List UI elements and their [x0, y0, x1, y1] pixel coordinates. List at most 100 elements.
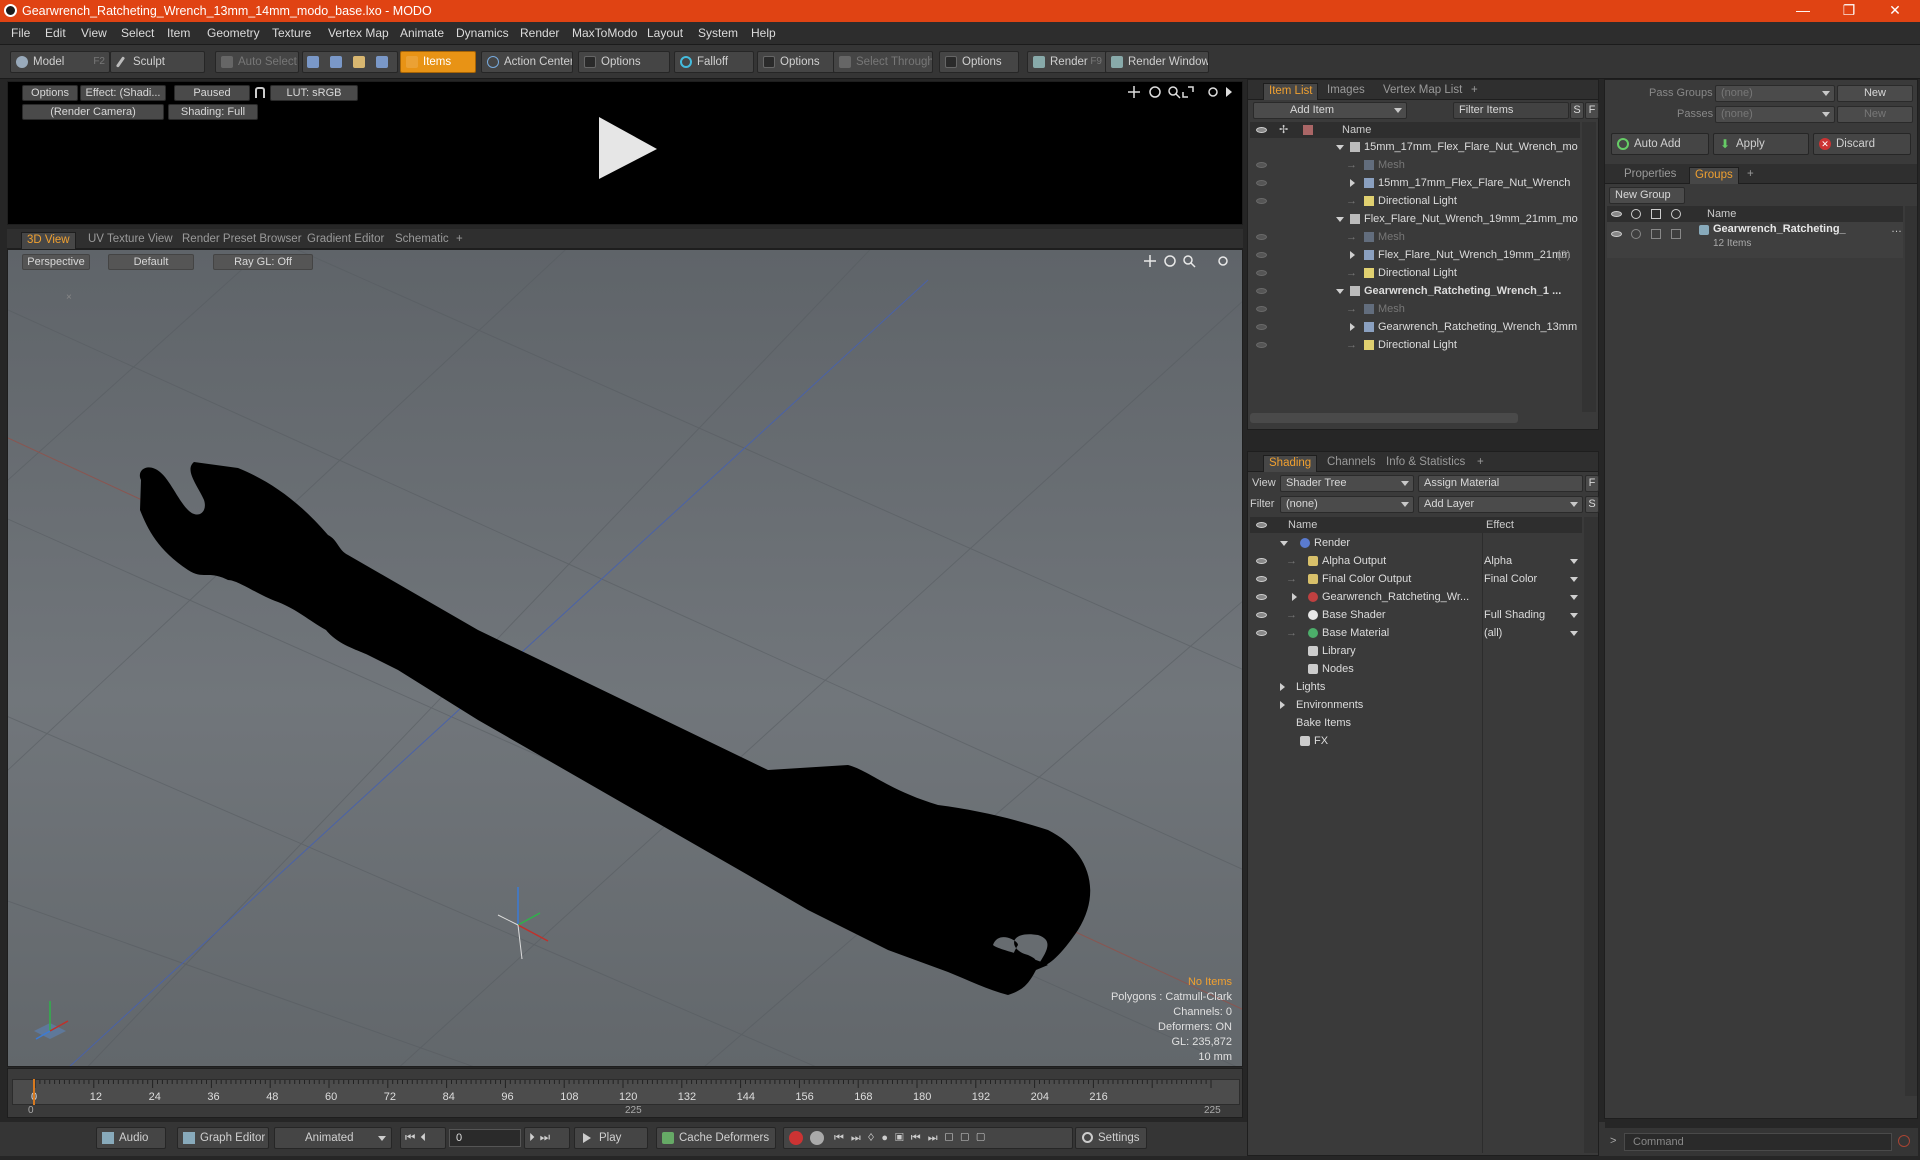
menu-dynamics[interactable]: Dynamics: [456, 26, 509, 40]
filter-dropdown[interactable]: (none): [1280, 496, 1414, 513]
shader-tree-row[interactable]: Nodes: [1250, 660, 1582, 678]
item-list-row[interactable]: 15mm_17mm_Flex_Flare_Nut_Wrench_mo ...: [1250, 138, 1580, 156]
lock-toggle-icon[interactable]: [1651, 229, 1661, 239]
f-toggle[interactable]: F: [1585, 102, 1599, 119]
s-toggle[interactable]: S: [1570, 102, 1584, 119]
item-list-row[interactable]: → Directional Light: [1250, 336, 1580, 354]
graph-editor-button[interactable]: Graph Editor: [177, 1127, 269, 1149]
expand-arrow-icon[interactable]: [1350, 251, 1355, 259]
tab-groups[interactable]: Groups: [1689, 167, 1739, 184]
new-pass-button[interactable]: New: [1837, 106, 1913, 123]
preview-paused-toggle[interactable]: Paused: [174, 85, 250, 101]
select-through-button[interactable]: Select Through: [833, 51, 933, 73]
menu-system[interactable]: System: [698, 26, 738, 40]
expand-arrow-icon[interactable]: [1280, 701, 1285, 709]
audio-button[interactable]: Audio: [96, 1127, 166, 1149]
menu-render[interactable]: Render: [520, 26, 559, 40]
action-center-options-button[interactable]: Options: [578, 51, 670, 73]
polygons-mode-icon[interactable]: [353, 56, 365, 68]
menu-help[interactable]: Help: [751, 26, 776, 40]
materials-mode-icon[interactable]: [376, 56, 388, 68]
pass-groups-dropdown[interactable]: (none): [1715, 85, 1835, 102]
item-list-row[interactable]: Flex_Flare_Nut_Wrench_19mm_21mm (2): [1250, 246, 1580, 264]
timeline[interactable]: 0 12 24 36 48 60 72 84 96 108 120 132 144 156 168 180 19…: [7, 1068, 1243, 1118]
shader-tree-row[interactable]: Environments: [1250, 696, 1582, 714]
tab-vertex-map-list[interactable]: Vertex Map List: [1378, 83, 1467, 100]
visibility-eye-icon[interactable]: [1256, 180, 1267, 186]
tab-render-preset-browser[interactable]: Render Preset Browser: [177, 232, 307, 249]
animated-dropdown[interactable]: Animated: [274, 1127, 392, 1149]
jump-next-buttons[interactable]: ⏵⏭: [524, 1127, 570, 1149]
menu-texture[interactable]: Texture: [272, 26, 311, 40]
assign-material-button[interactable]: Assign Material: [1418, 475, 1583, 492]
item-list-row[interactable]: → Mesh: [1250, 300, 1580, 318]
shader-tree-row[interactable]: Gearwrench_Ratcheting_Wr...: [1250, 588, 1582, 606]
item-list-scrollbar[interactable]: [1582, 122, 1596, 412]
menu-animate[interactable]: Animate: [400, 26, 444, 40]
menu-vertex-map[interactable]: Vertex Map: [328, 26, 389, 40]
apply-button[interactable]: ⬇ Apply: [1713, 133, 1809, 155]
vertices-mode-icon[interactable]: [307, 56, 319, 68]
visibility-eye-icon[interactable]: [1256, 270, 1267, 276]
close-icon[interactable]: ✕: [1872, 0, 1918, 22]
command-input[interactable]: Command: [1624, 1133, 1892, 1151]
items-mode-button[interactable]: Items: [400, 51, 476, 73]
restore-icon[interactable]: ❐: [1826, 0, 1872, 22]
collapse-arrow-icon[interactable]: [1336, 217, 1344, 222]
render-camera-dropdown[interactable]: (Render Camera): [22, 104, 164, 120]
effect-dropdown-arrow-icon[interactable]: [1570, 559, 1578, 564]
falloff-button[interactable]: Falloff: [674, 51, 754, 73]
s-toggle[interactable]: S: [1585, 496, 1599, 513]
render-window-button[interactable]: Render Window: [1105, 51, 1209, 73]
visibility-eye-icon[interactable]: [1256, 576, 1267, 582]
cache-deformers-button[interactable]: Cache Deformers: [656, 1127, 776, 1149]
effect-dropdown-arrow-icon[interactable]: [1570, 631, 1578, 636]
effect-dropdown-arrow-icon[interactable]: [1570, 595, 1578, 600]
shader-tree-row[interactable]: → Base Material (all): [1250, 624, 1582, 642]
visibility-eye-icon[interactable]: [1256, 324, 1267, 330]
item-list-hscroll[interactable]: [1250, 413, 1518, 423]
group-row[interactable]: Gearwrench_Ratcheting_ … 12 Items: [1607, 222, 1903, 258]
raygl-toggle[interactable]: Ray GL: Off: [213, 254, 313, 270]
shader-tree-row[interactable]: → Alpha Output Alpha: [1250, 552, 1582, 570]
item-list-row[interactable]: Flex_Flare_Nut_Wrench_19mm_21mm_mo ...: [1250, 210, 1580, 228]
minimize-icon[interactable]: —: [1780, 0, 1826, 22]
auto-key-icon[interactable]: [810, 1131, 824, 1145]
add-layer-dropdown[interactable]: Add Layer: [1418, 496, 1583, 513]
effect-value[interactable]: Full Shading: [1484, 606, 1545, 624]
shading-style-dropdown[interactable]: Default: [108, 254, 194, 270]
visibility-eye-icon[interactable]: [1256, 306, 1267, 312]
falloff-options-button[interactable]: Options: [757, 51, 836, 73]
shader-tree-row[interactable]: FX: [1250, 732, 1582, 750]
effect-value[interactable]: Final Color: [1484, 570, 1537, 588]
collapse-arrow-icon[interactable]: [1336, 145, 1344, 150]
item-list-row[interactable]: Gearwrench_Ratcheting_Wrench_1 ...: [1250, 282, 1580, 300]
item-list-row[interactable]: 15mm_17mm_Flex_Flare_Nut_Wrench: [1250, 174, 1580, 192]
shader-tree-row[interactable]: Lights: [1250, 678, 1582, 696]
groups-scrollbar[interactable]: [1905, 206, 1917, 1096]
play-icon[interactable]: [591, 113, 661, 183]
effect-dropdown-arrow-icon[interactable]: [1570, 613, 1578, 618]
lut-dropdown[interactable]: LUT: sRGB: [270, 85, 358, 101]
frame-input[interactable]: 0: [449, 1129, 521, 1147]
edges-mode-icon[interactable]: [330, 56, 342, 68]
passes-dropdown[interactable]: (none): [1715, 106, 1835, 123]
add-tab-icon[interactable]: +: [451, 232, 468, 249]
record-icon[interactable]: [789, 1131, 803, 1145]
settings-button[interactable]: Settings: [1075, 1127, 1147, 1149]
visibility-eye-icon[interactable]: [1256, 630, 1267, 636]
discard-button[interactable]: ✕ Discard: [1813, 133, 1911, 155]
collapse-arrow-icon[interactable]: [1280, 541, 1288, 546]
item-list-row[interactable]: Gearwrench_Ratcheting_Wrench_13mm ...: [1250, 318, 1580, 336]
expand-arrow-icon[interactable]: [1350, 179, 1355, 187]
tab-gradient-editor[interactable]: Gradient Editor: [302, 232, 389, 249]
add-tab-icon[interactable]: +: [1472, 455, 1489, 472]
preview-effect-dropdown[interactable]: Effect: (Shadi...: [80, 85, 166, 101]
expand-arrow-icon[interactable]: [1350, 323, 1355, 331]
play-button[interactable]: Play: [574, 1127, 648, 1149]
action-center-button[interactable]: Action Center: [481, 51, 573, 73]
keyframe-tools[interactable]: ⏮⏭♢●▣⏮⏭▢▢▢: [783, 1127, 1073, 1149]
tab-channels[interactable]: Channels: [1322, 455, 1381, 472]
visibility-eye-icon[interactable]: [1256, 288, 1267, 294]
shader-tree-row[interactable]: Render: [1250, 534, 1582, 552]
